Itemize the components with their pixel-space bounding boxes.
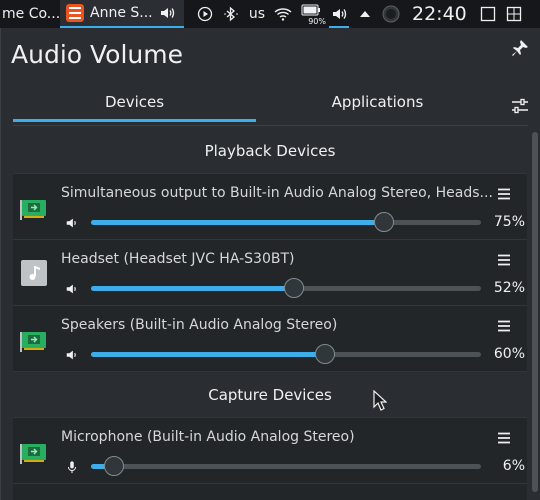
volume-slider-fill <box>91 286 294 291</box>
status-orb-icon <box>382 5 400 23</box>
clock-time: 22:40 <box>412 3 467 25</box>
volume-slider[interactable] <box>91 344 481 364</box>
digital-clock[interactable]: 22:40 <box>404 0 475 28</box>
volume-slider[interactable] <box>91 278 481 298</box>
popup-title: Audio Volume <box>11 40 183 69</box>
tab-bar: Devices Applications <box>13 84 499 122</box>
volume-slider-fill <box>91 220 384 225</box>
device-name: Microphone (Built-in Audio Analog Stereo… <box>61 429 355 445</box>
volume-slider[interactable] <box>91 456 481 476</box>
sound-card-icon <box>19 324 49 354</box>
playback-devices-header: Playback Devices <box>13 128 527 174</box>
sound-card-icon <box>19 436 49 466</box>
device-row: Headset (Headset JVC HA-S30BT) 52% <box>13 240 527 306</box>
speaker-icon <box>160 8 174 18</box>
network-tray[interactable] <box>270 0 296 28</box>
mouse-cursor-icon <box>373 390 387 411</box>
divider <box>13 125 528 126</box>
bluetooth-tray[interactable] <box>218 0 244 28</box>
volume-slider[interactable] <box>91 212 481 232</box>
task-button-1[interactable]: me Co... <box>0 0 60 28</box>
task-button-2[interactable]: Anne S... <box>60 0 184 28</box>
volume-slider-handle[interactable] <box>283 278 304 298</box>
keyboard-layout-tray[interactable]: us <box>244 0 270 28</box>
hamburger-menu-icon[interactable] <box>497 319 511 333</box>
bluetooth-icon <box>224 6 238 22</box>
speaker-mute-toggle-icon[interactable] <box>65 215 79 229</box>
battery-percent: 90% <box>308 17 326 26</box>
status-indicator-tray[interactable] <box>378 0 404 28</box>
play-circle-icon <box>197 6 213 22</box>
pin-icon[interactable] <box>510 38 530 58</box>
device-name: Speakers (Built-in Audio Analog Stereo) <box>61 317 338 333</box>
hamburger-menu-icon[interactable] <box>497 253 511 267</box>
device-row: Simultaneous output to Built-in Audio An… <box>13 174 527 240</box>
speaker-mute-toggle-icon[interactable] <box>65 281 79 295</box>
device-name: Headset (Headset JVC HA-S30BT) <box>61 251 295 267</box>
volume-slider-handle[interactable] <box>104 456 125 476</box>
playback-device-list: Simultaneous output to Built-in Audio An… <box>13 174 527 372</box>
capture-devices-header: Capture Devices <box>13 372 527 418</box>
media-player-tray[interactable] <box>192 0 218 28</box>
headset-icon <box>19 258 49 288</box>
volume-percent: 60% <box>493 346 525 362</box>
volume-percent: 52% <box>493 280 525 296</box>
system-tray: us 90% 22:40 <box>192 0 527 28</box>
show-desktop-button[interactable] <box>475 0 501 28</box>
wifi-icon <box>274 8 292 21</box>
volume-slider-fill <box>91 352 325 357</box>
volume-slider-handle[interactable] <box>373 212 394 232</box>
task-label: Anne S... <box>90 5 153 21</box>
grid-icon <box>506 6 521 22</box>
device-row: Speakers (Built-in Audio Analog Stereo) … <box>13 306 527 372</box>
hamburger-menu-icon[interactable] <box>497 187 511 201</box>
speaker-icon <box>333 9 347 19</box>
hamburger-menu-icon[interactable] <box>497 431 511 445</box>
tab-applications[interactable]: Applications <box>256 84 499 122</box>
battery-icon <box>301 4 320 16</box>
mixer-settings-icon[interactable] <box>510 96 530 116</box>
audio-volume-popup: Audio Volume Devices Applications Playba… <box>0 28 540 500</box>
task-label: me Co... <box>2 6 60 22</box>
device-list: Playback Devices Simultaneous output to … <box>13 128 527 500</box>
show-hidden-tray[interactable] <box>352 0 378 28</box>
tab-devices[interactable]: Devices <box>13 84 256 122</box>
sound-card-icon <box>19 192 49 222</box>
keyboard-layout-label: us <box>248 6 266 22</box>
volume-slider-handle[interactable] <box>315 344 335 364</box>
chevron-up-icon <box>360 11 370 17</box>
scrollbar[interactable] <box>532 132 538 492</box>
top-panel: me Co... Anne S... us 90% 22:40 <box>0 0 540 28</box>
window-icon <box>480 6 495 22</box>
volume-percent: 6% <box>502 458 525 474</box>
capture-device-list: Microphone (Built-in Audio Analog Stereo… <box>13 418 527 484</box>
volume-percent: 75% <box>493 214 525 230</box>
device-row: Microphone (Built-in Audio Analog Stereo… <box>13 418 527 484</box>
device-name: Simultaneous output to Built-in Audio An… <box>61 185 493 201</box>
battery-tray[interactable]: 90% <box>296 0 326 28</box>
audio-volume-tray[interactable] <box>326 0 352 28</box>
microphone-mute-toggle-icon[interactable] <box>65 459 79 474</box>
speaker-mute-toggle-icon[interactable] <box>65 347 79 361</box>
app-icon <box>66 4 84 22</box>
desktop-grid-button[interactable] <box>501 0 527 28</box>
